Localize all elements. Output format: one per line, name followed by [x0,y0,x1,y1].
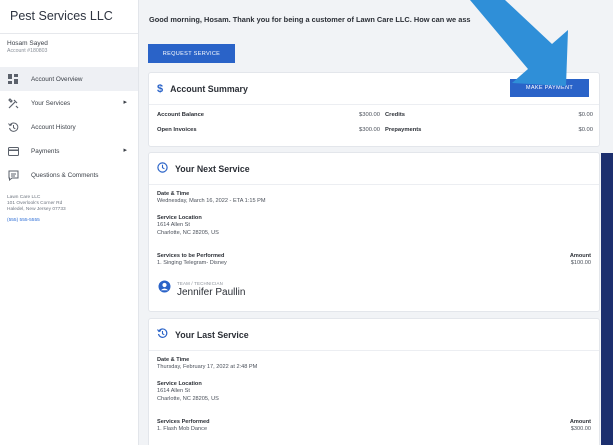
clock-icon [157,160,168,178]
sidebar-item-questions-comments[interactable]: Questions & Comments [0,163,138,187]
sidebar-item-label: Account History [31,123,76,131]
sidebar-item-label: Payments [31,147,60,155]
sidebar-nav: Account Overview Your Services ▸ Account… [0,67,138,187]
next-location-section: Service Location 1614 Allen St Charlotte… [157,215,219,237]
credits-value: $0.00 [578,112,593,118]
summary-row: Account Balance $300.00 Credits $0.00 [157,112,593,122]
last-location-section: Service Location 1614 Allen St Charlotte… [157,381,219,403]
sidebar-item-account-history[interactable]: Account History [0,115,138,139]
credits-label: Credits [385,112,405,118]
dashboard-icon [7,73,19,85]
decorative-panel [601,153,613,445]
last-service-item: 1. Flash Mob Dance [157,426,208,432]
company-name: Pest Services LLC [0,0,138,34]
next-location-line2: Charlotte, NC 28205, US [157,230,219,236]
comment-icon [7,169,19,181]
company-phone-link[interactable]: (555) 555-5555 [7,218,138,224]
next-service-title: Your Next Service [175,163,250,174]
sidebar-item-label: Your Services [31,99,71,107]
account-summary-title: Account Summary [170,83,248,94]
last-services-section: Services Performed 1. Flash Mob Dance [157,419,210,433]
greeting-text: Good morning, Hosam. Thank you for being… [149,15,519,24]
chevron-right-icon: ▸ [123,99,127,106]
last-amount-section: Amount $300.00 [531,419,591,433]
dollar-icon: $ [157,82,164,95]
next-amount-section: Amount $100.00 [531,253,591,267]
next-service-header: Your Next Service [149,153,599,185]
sidebar-item-payments[interactable]: Payments ▸ [0,139,138,163]
sidebar-item-your-services[interactable]: Your Services ▸ [0,91,138,115]
card-icon [7,145,19,157]
next-service-card: Your Next Service Date & Time Wednesday,… [148,152,600,312]
sidebar: Pest Services LLC Hosam Sayed Account #1… [0,0,139,445]
last-date-section: Date & Time Thursday, February 17, 2022 … [157,357,257,371]
sidebar-item-account-overview[interactable]: Account Overview [0,67,138,91]
open-invoices-value: $300.00 [359,127,380,133]
account-number: Account #180803 [7,48,48,54]
summary-row: Open Invoices $300.00 Prepayments $0.00 [157,127,593,137]
company-contact: Lawn Care LLC 101 Overlook's Corner Rd H… [0,187,138,224]
person-icon [158,280,171,298]
last-location-line1: 1614 Allen St [157,388,190,394]
account-balance-value: $300.00 [359,112,380,118]
last-service-card: Your Last Service Date & Time Thursday, … [148,318,600,445]
next-services-section: Services to be Performed 1. Singing Tele… [157,253,227,267]
next-location-line1: 1614 Allen St [157,222,190,228]
app-window: Pest Services LLC Hosam Sayed Account #1… [0,0,613,445]
account-balance-label: Account Balance [157,112,205,118]
last-date-value: Thursday, February 17, 2022 at 2:48 PM [157,364,258,370]
main-content: Good morning, Hosam. Thank you for being… [139,0,613,445]
next-amount-value: $100.00 [570,260,591,266]
history-icon [7,121,19,133]
make-payment-button[interactable]: MAKE PAYMENT [510,79,589,97]
greeting-text-start: Good morning, Hosam. Thank you for being… [149,15,471,24]
last-service-title: Your Last Service [175,329,249,340]
sidebar-item-label: Questions & Comments [31,171,99,179]
last-amount-value: $300.00 [570,426,591,432]
account-summary-card: $ Account Summary MAKE PAYMENT Account B… [148,72,600,147]
request-service-button[interactable]: REQUEST SERVICE [148,44,235,63]
technician-name: Jennifer Paullin [177,286,246,298]
last-service-header: Your Last Service [149,319,599,351]
chevron-right-icon: ▸ [123,147,127,154]
user-info: Hosam Sayed Account #180803 [0,34,138,67]
next-date-section: Date & Time Wednesday, March 16, 2022 - … [157,191,266,205]
prepayments-value: $0.00 [578,127,593,133]
next-date-value: Wednesday, March 16, 2022 - ETA 1:15 PM [157,198,266,204]
greeting-text-end: ay? [506,15,520,24]
tools-icon [7,97,19,109]
open-invoices-label: Open Invoices [157,127,197,133]
prepayments-label: Prepayments [385,127,422,133]
user-name: Hosam Sayed [7,40,48,47]
technician: TEAM / TECHNICIAN Jennifer Paullin [158,280,245,298]
sidebar-item-label: Account Overview [31,75,83,83]
technician-label: TEAM / TECHNICIAN [177,280,224,286]
company-contact-city: Haledel, New Jersey 07733 [7,207,66,212]
next-service-item: 1. Singing Telegram- Disney [157,260,227,266]
last-location-line2: Charlotte, NC 28205, US [157,396,219,402]
history-icon [157,326,168,344]
